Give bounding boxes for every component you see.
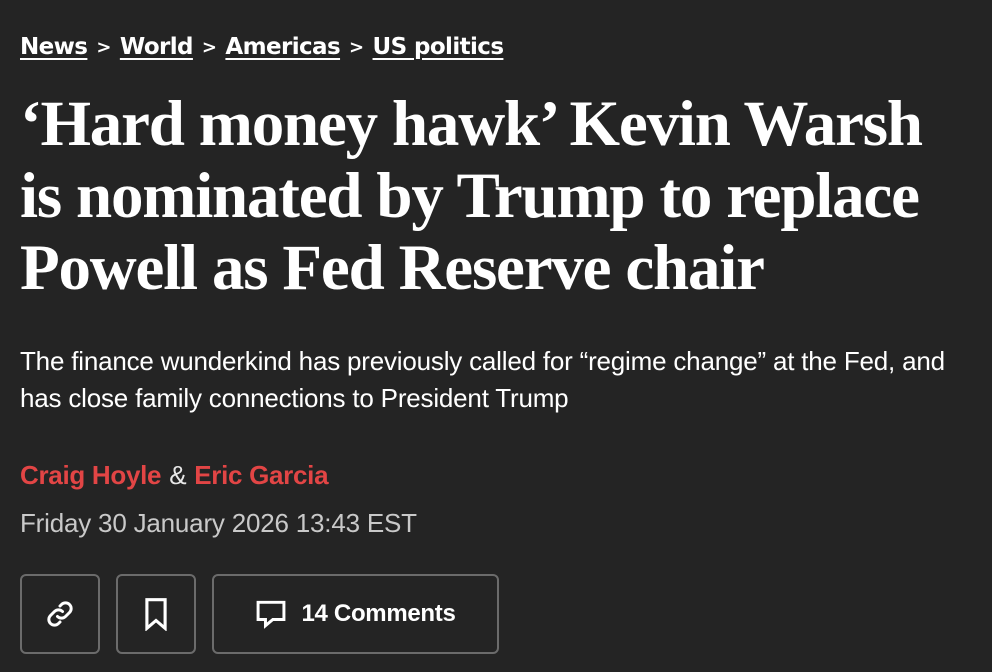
breadcrumb-separator: > [96,36,111,58]
comments-button[interactable]: 14 Comments [212,574,499,654]
breadcrumb-link-americas[interactable]: Americas [225,34,340,60]
link-icon [45,599,75,629]
breadcrumb-link-us-politics[interactable]: US politics [373,34,504,60]
article-headline: ‘Hard money hawk’ Kevin Warsh is nominat… [20,88,923,304]
breadcrumb-link-news[interactable]: News [20,34,88,60]
copy-link-button[interactable] [20,574,100,654]
byline: Craig Hoyle & Eric Garcia [20,455,329,495]
bookmark-icon [143,597,169,631]
comment-icon [255,598,287,630]
breadcrumb: News > World > Americas > US politics [20,30,504,64]
article-actions: 14 Comments [20,574,499,654]
author-link-eric-garcia[interactable]: Eric Garcia [194,460,328,491]
author-link-craig-hoyle[interactable]: Craig Hoyle [20,460,161,491]
breadcrumb-separator: > [349,36,364,58]
author-separator: & [169,459,187,490]
breadcrumb-separator: > [201,36,217,58]
breadcrumb-link-world[interactable]: World [120,34,194,60]
comments-count-label: 14 Comments [301,600,456,627]
bookmark-button[interactable] [116,574,196,654]
publish-date: Friday 30 January 2026 13:43 EST [20,507,417,538]
article-standfirst: The finance wunderkind has previously ca… [20,346,945,413]
